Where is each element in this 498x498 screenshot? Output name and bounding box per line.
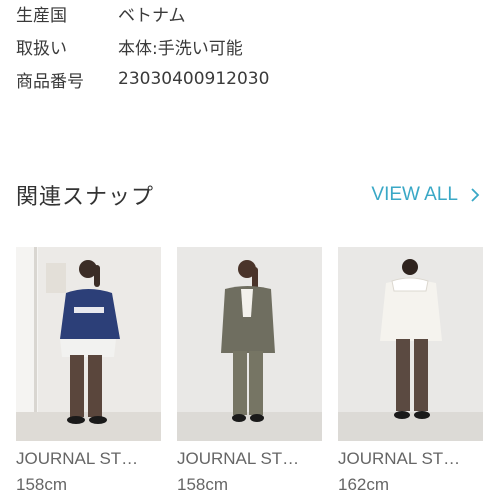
snap-card[interactable]: JOURNAL ST… 162cm bbox=[338, 247, 483, 495]
snap-photo bbox=[338, 247, 483, 441]
snap-card[interactable]: JOURNAL ST… 158cm bbox=[16, 247, 161, 495]
snap-photo bbox=[177, 247, 322, 441]
snap-card[interactable]: JOURNAL ST… 158cm bbox=[177, 247, 322, 495]
snap-photo bbox=[16, 247, 161, 441]
chevron-right-icon bbox=[471, 188, 480, 202]
snap-card-title: JOURNAL ST… bbox=[177, 449, 300, 468]
view-all-link[interactable]: VIEW ALL bbox=[371, 184, 482, 206]
view-all-label: VIEW ALL bbox=[371, 184, 458, 205]
snap-card-list: JOURNAL ST… 158cm JOURNAL ST… 158cm JOUR… bbox=[16, 247, 483, 495]
spec-label: 商品番号 bbox=[16, 71, 84, 92]
spec-row-origin: 生産国 ベトナム bbox=[16, 0, 186, 26]
snap-card-title: JOURNAL ST… bbox=[16, 449, 139, 468]
snap-card-height: 162cm bbox=[338, 475, 390, 494]
section-title: 関連スナップ bbox=[16, 185, 155, 210]
spec-label: 取扱い bbox=[16, 38, 67, 59]
spec-row-product-number: 商品番号 23030400912030 bbox=[16, 66, 269, 92]
spec-value: ベトナム bbox=[118, 5, 186, 26]
snap-card-height: 158cm bbox=[177, 475, 229, 494]
spec-row-care: 取扱い 本体:手洗い可能 bbox=[16, 33, 243, 59]
snap-card-title: JOURNAL ST… bbox=[338, 449, 461, 468]
snap-card-height: 158cm bbox=[16, 475, 68, 494]
spec-label: 生産国 bbox=[16, 5, 67, 26]
spec-value: 23030400912030 bbox=[118, 69, 270, 89]
related-snaps-header: 関連スナップ VIEW ALL bbox=[16, 176, 482, 214]
spec-value: 本体:手洗い可能 bbox=[118, 38, 243, 59]
